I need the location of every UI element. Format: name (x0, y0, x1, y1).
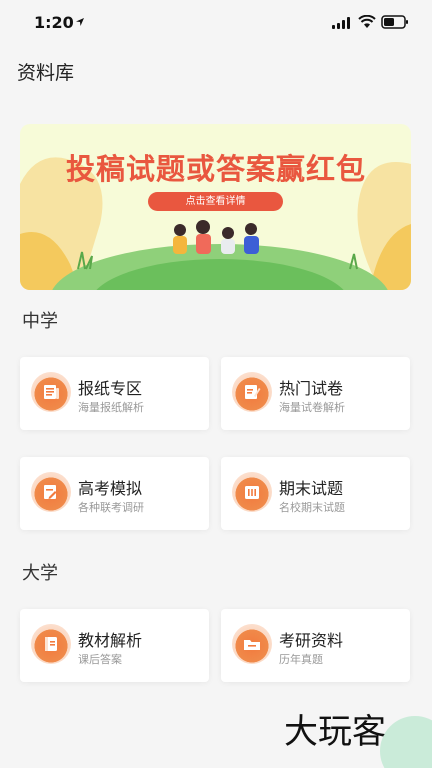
card-subtitle: 课后答案 (78, 653, 122, 666)
book-icon (31, 624, 71, 664)
newspaper-icon (31, 372, 71, 412)
card-title: 热门试卷 (279, 379, 344, 398)
banner-details-button[interactable]: 点击查看详情 (148, 192, 283, 211)
card-subtitle: 海量试卷解析 (279, 401, 345, 414)
card-final-exams[interactable]: 期末试题 名校期末试题 (221, 457, 410, 530)
card-gaokao-mock[interactable]: 高考模拟 各种联考调研 (20, 457, 209, 530)
wifi-icon (358, 15, 376, 28)
exam-icon (232, 472, 272, 512)
watermark-text: 大玩客 (284, 712, 386, 752)
card-hot-papers[interactable]: 热门试卷 海量试卷解析 (221, 357, 410, 430)
edit-paper-icon (232, 372, 272, 412)
battery-icon (381, 15, 408, 29)
card-title: 教材解析 (78, 631, 143, 650)
card-newspaper[interactable]: 报纸专区 海量报纸解析 (20, 357, 209, 430)
card-title: 期末试题 (279, 479, 344, 498)
status-bar: 1:20 (0, 0, 432, 46)
status-time: 1:20 (34, 13, 74, 32)
page-title: 资料库 (17, 62, 75, 84)
cellular-signal-icon (332, 17, 350, 29)
section-title-university: 大学 (22, 563, 58, 584)
card-subtitle: 名校期末试题 (279, 501, 345, 514)
card-title: 考研资料 (279, 631, 344, 650)
card-title: 报纸专区 (78, 379, 143, 398)
location-arrow-icon (76, 18, 84, 26)
card-subtitle: 历年真题 (279, 653, 323, 666)
card-textbook-analysis[interactable]: 教材解析 课后答案 (20, 609, 209, 682)
card-title: 高考模拟 (78, 479, 143, 498)
folder-icon (232, 624, 272, 664)
card-subtitle: 海量报纸解析 (78, 401, 144, 414)
pen-doc-icon (31, 472, 71, 512)
section-title-middle-school: 中学 (22, 311, 58, 332)
card-subtitle: 各种联考调研 (78, 501, 144, 514)
banner-title: 投稿试题或答案赢红包 (65, 152, 366, 186)
card-kaoyan-materials[interactable]: 考研资料 历年真题 (221, 609, 410, 682)
watermark-circle (380, 716, 432, 768)
